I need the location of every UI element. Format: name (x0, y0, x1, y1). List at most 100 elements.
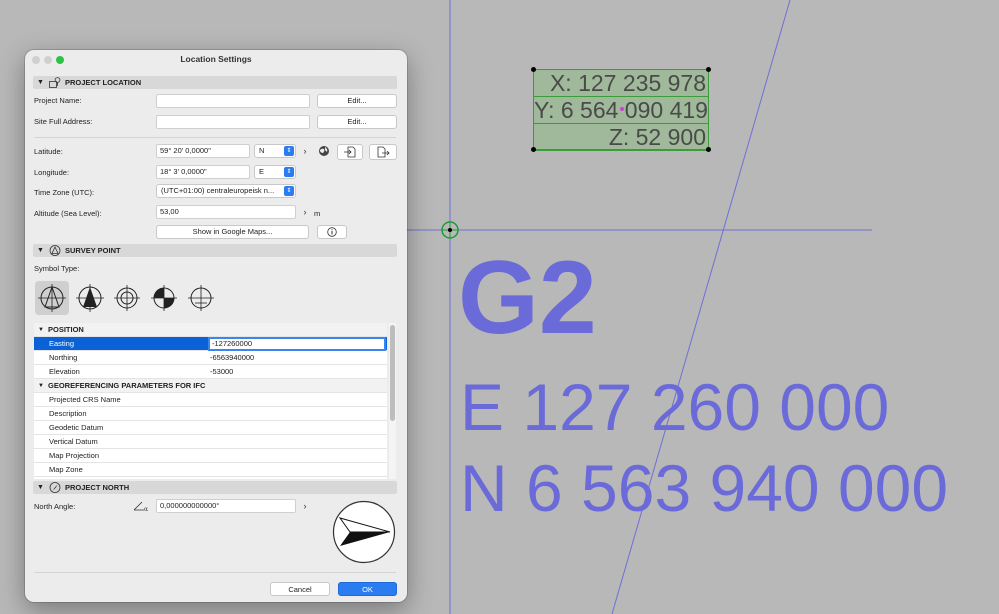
table-row[interactable]: Projected CRS Name (34, 393, 387, 407)
north-angle-input[interactable]: 0,000000000000° (156, 499, 296, 513)
cancel-button[interactable]: Cancel (270, 582, 330, 596)
edit-project-name-button[interactable]: Edit... (317, 94, 397, 108)
row-label: Easting (49, 339, 75, 348)
location-pin-icon (49, 77, 61, 88)
svg-text:α: α (144, 506, 148, 512)
table-row-easting[interactable]: Easting -127260000 (34, 337, 387, 351)
coord-box-handle-tl[interactable] (531, 67, 536, 72)
longitude-direction-select[interactable]: E ⇕ (254, 165, 296, 179)
row-label: Vertical Datum (49, 437, 98, 446)
collapse-triangle-icon[interactable]: ▼ (37, 76, 44, 89)
info-button[interactable] (317, 225, 347, 239)
site-address-input[interactable] (156, 115, 310, 129)
latitude-input[interactable]: 59° 20' 0,0000" (156, 144, 250, 158)
longitude-input[interactable]: 18° 3' 0,0000" (156, 165, 250, 179)
survey-point-title: SURVEY POINT (65, 246, 121, 255)
georef-group-row[interactable]: ▼ GEOREFERENCING PARAMETERS FOR IFC (34, 379, 387, 393)
survey-point-center (448, 228, 452, 232)
show-google-maps-button[interactable]: Show in Google Maps... (156, 225, 309, 239)
symbol-type-option-4[interactable] (147, 281, 181, 315)
collapse-triangle-icon[interactable]: ▼ (38, 379, 44, 393)
project-north-title: PROJECT NORTH (65, 483, 130, 492)
close-window-button[interactable] (32, 56, 40, 64)
table-scrollbar[interactable] (389, 323, 396, 479)
northing-value[interactable]: -6563940000 (210, 351, 254, 365)
location-settings-dialog: Location Settings ▼ PROJECT LOCATION Pro… (25, 50, 407, 602)
symbol-type-option-1[interactable] (35, 281, 69, 315)
project-north-section-header[interactable]: ▼ PROJECT NORTH (33, 481, 397, 494)
label-anchor-dot (620, 107, 624, 111)
edit-site-address-button[interactable]: Edit... (317, 115, 397, 129)
survey-point-properties-table: ▼ POSITION Easting -127260000 Northing -… (34, 323, 387, 479)
select-arrows-icon: ⇕ (284, 146, 294, 156)
row-label: Map Projection (49, 451, 100, 460)
export-location-button[interactable] (369, 144, 397, 160)
latitude-direction-value: N (259, 146, 265, 155)
table-row[interactable]: Map Projection (34, 449, 387, 463)
row-label: Geodetic Datum (49, 423, 104, 432)
latitude-direction-select[interactable]: N ⇕ (254, 144, 296, 158)
symbol-type-option-3[interactable] (110, 281, 144, 315)
project-location-title: PROJECT LOCATION (65, 78, 142, 87)
altitude-unit: m (314, 209, 321, 218)
table-row[interactable]: Vertical Datum (34, 435, 387, 449)
coord-z-text: Z: 52 900 (534, 124, 708, 151)
elevation-value[interactable]: -53000 (210, 365, 233, 379)
latitude-label: Latitude: (34, 147, 63, 156)
row-label: Description (49, 409, 87, 418)
group-label: POSITION (48, 325, 84, 334)
timezone-value: (UTC+01:00) centraleuropeisk n... (161, 186, 275, 195)
globe-icon[interactable] (318, 145, 330, 157)
collapse-triangle-icon[interactable]: ▼ (37, 244, 44, 257)
select-arrows-icon: ⇕ (284, 186, 294, 196)
altitude-input[interactable]: 53,00 (156, 205, 296, 219)
timezone-select[interactable]: (UTC+01:00) centraleuropeisk n... ⇕ (156, 184, 296, 198)
dialog-title: Location Settings (180, 54, 252, 64)
scrollbar-thumb[interactable] (390, 325, 395, 421)
collapse-triangle-icon[interactable]: ▼ (38, 323, 44, 337)
zoom-window-button[interactable] (56, 56, 64, 64)
position-group-row[interactable]: ▼ POSITION (34, 323, 387, 337)
dialog-titlebar[interactable]: Location Settings (25, 50, 407, 69)
table-row[interactable]: Geodetic Datum (34, 421, 387, 435)
survey-symbol-target-icon (188, 285, 214, 311)
northing-canvas-text[interactable]: N 6 563 940 000 (460, 455, 948, 521)
chevron-right-icon[interactable]: › (300, 500, 310, 512)
group-label: GEOREFERENCING PARAMETERS FOR IFC (48, 381, 206, 390)
symbol-type-option-5[interactable] (184, 281, 218, 315)
symbol-type-label: Symbol Type: (34, 264, 80, 273)
project-name-input[interactable] (156, 94, 310, 108)
easting-canvas-text[interactable]: E 127 260 000 (460, 374, 889, 440)
survey-symbol-cross-icon (114, 285, 140, 311)
collapse-triangle-icon[interactable]: ▼ (37, 481, 44, 494)
symbol-type-option-2[interactable] (73, 281, 107, 315)
export-file-icon (377, 146, 390, 158)
site-address-label: Site Full Address: (34, 117, 93, 126)
divider (34, 137, 396, 138)
table-row-northing[interactable]: Northing -6563940000 (34, 351, 387, 365)
select-arrows-icon: ⇕ (284, 167, 294, 177)
project-location-section-header[interactable]: ▼ PROJECT LOCATION (33, 76, 397, 89)
minimize-window-button[interactable] (44, 56, 52, 64)
table-row-elevation[interactable]: Elevation -53000 (34, 365, 387, 379)
coord-box-handle-br[interactable] (706, 147, 711, 152)
chevron-right-icon[interactable]: › (300, 206, 310, 218)
chevron-right-icon[interactable]: › (300, 145, 310, 157)
table-row[interactable]: Map Zone (34, 463, 387, 477)
survey-symbol-quadrant-icon (151, 285, 177, 311)
coord-box-handle-bl[interactable] (531, 147, 536, 152)
north-direction-dial[interactable] (332, 500, 396, 564)
easting-input[interactable]: -127260000 (208, 337, 386, 351)
ok-button[interactable]: OK (338, 582, 397, 596)
survey-point-section-header[interactable]: ▼ SURVEY POINT (33, 244, 397, 257)
project-name-label: Project Name: (34, 96, 82, 105)
longitude-direction-value: E (259, 167, 265, 176)
survey-symbol-filled-icon (76, 284, 104, 312)
row-label: Map Zone (49, 465, 83, 474)
coordinate-label-box[interactable]: X: 127 235 978 Y: 6 564 090 419 Z: 52 90… (533, 69, 709, 151)
grid-label-text[interactable]: G2 (458, 246, 597, 350)
import-location-button[interactable] (337, 144, 363, 160)
import-file-icon (344, 146, 356, 158)
table-row[interactable]: Description (34, 407, 387, 421)
coord-box-handle-tr[interactable] (706, 67, 711, 72)
